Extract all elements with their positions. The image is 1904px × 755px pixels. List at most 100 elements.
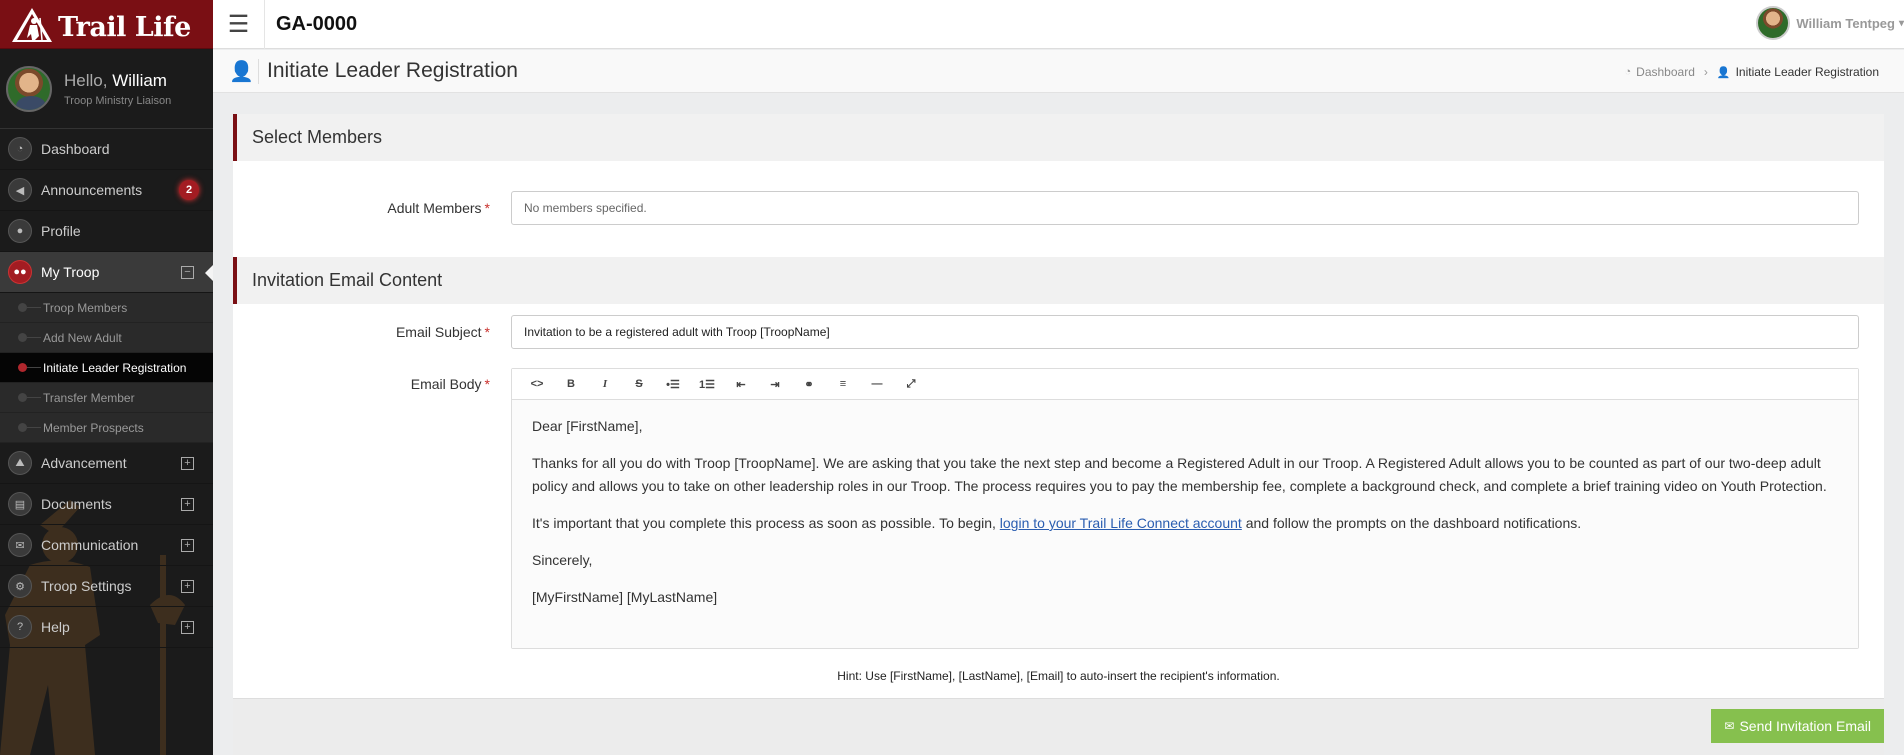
sidebar-item-label: Troop Settings <box>41 578 132 594</box>
email-subject-row: Email Subject * Invitation to be a regist… <box>233 315 1884 349</box>
required-marker: * <box>484 200 490 216</box>
page-title: Initiate Leader Registration <box>267 59 518 82</box>
dashboard-icon: ◔ <box>1624 66 1632 78</box>
strikethrough-icon[interactable]: S <box>622 371 656 397</box>
email-paragraph: It's important that you complete this pr… <box>532 515 1582 531</box>
breadcrumb-current: Initiate Leader Registration <box>1735 65 1879 79</box>
align-icon[interactable]: ≡ <box>826 371 860 397</box>
email-subject-label: Email Subject * <box>395 324 490 340</box>
breadcrumb: ◔ Dashboard › 👤 Initiate Leader Registra… <box>1625 65 1880 79</box>
question-icon: ? <box>8 615 32 639</box>
code-view-icon[interactable]: <> <box>520 371 554 397</box>
user-shield-icon: 👤 <box>1716 66 1731 79</box>
chevron-right-icon: › <box>1703 65 1708 79</box>
send-button-label: Send Invitation Email <box>1739 718 1871 734</box>
user-panel: Hello, William Troop Ministry Liaison <box>0 49 213 129</box>
sidebar-item-dashboard[interactable]: ◔ Dashboard <box>0 129 213 170</box>
link-icon[interactable]: ⚭ <box>792 371 826 397</box>
document-icon: ▤ <box>8 492 32 516</box>
caret-down-icon: ▾ <box>1898 17 1904 29</box>
sidebar-item-label: Announcements <box>41 182 143 198</box>
bold-icon[interactable]: B <box>554 371 588 397</box>
sidebar-item-label: My Troop <box>41 264 100 280</box>
envelope-icon: ✉ <box>8 533 32 557</box>
expand-icon[interactable]: + <box>181 620 194 634</box>
my-troop-subnav: Troop Members Add New Adult Initiate Lea… <box>0 293 213 443</box>
email-paragraph: Thanks for all you do with Troop [TroopN… <box>532 455 1827 494</box>
email-body-editor: <> B I S •☰ 1☰ ⇤ ⇥ ⚭ ≡ — ⤢ Dear [FirstNa… <box>511 368 1859 649</box>
sidebar-item-help[interactable]: ? Help + <box>0 607 213 648</box>
group-icon: ●● <box>8 260 32 284</box>
expand-icon[interactable]: + <box>181 538 194 552</box>
sidebar-item-label: Advancement <box>41 455 127 471</box>
sidebar: Trail Life Hello, William Troop Ministry… <box>0 0 213 755</box>
email-body-row: Email Body* <> B I S •☰ 1☰ ⇤ ⇥ ⚭ ≡ — ⤢ <box>233 368 1884 649</box>
breadcrumb-dashboard-link[interactable]: Dashboard <box>1636 65 1695 79</box>
italic-icon[interactable]: I <box>588 371 622 397</box>
login-link[interactable]: login to your Trail Life Connect account <box>1000 515 1242 531</box>
expand-icon[interactable]: + <box>181 456 194 470</box>
top-bar: ☰ GA-0000 William Tentpeg ▾ <box>213 0 1904 49</box>
brand-name: Trail Life <box>58 11 191 43</box>
horizontal-rule-icon[interactable]: — <box>860 371 894 397</box>
envelope-icon: ✉ <box>1724 719 1735 733</box>
user-icon: ● <box>8 219 32 243</box>
sidebar-item-label: Dashboard <box>41 141 110 157</box>
adult-members-row: Adult Members * No members specified. <box>233 191 1884 225</box>
sidebar-item-troop-settings[interactable]: ⚙ Troop Settings + <box>0 566 213 607</box>
subnav-troop-members[interactable]: Troop Members <box>0 293 213 323</box>
page-header: 👤 Initiate Leader Registration ◔ Dashboa… <box>213 50 1904 93</box>
subnav-add-new-adult[interactable]: Add New Adult <box>0 323 213 353</box>
indent-icon[interactable]: ⇥ <box>758 371 792 397</box>
sidebar-item-advancement[interactable]: ⛰ Advancement + <box>0 443 213 484</box>
email-signoff: Sincerely, <box>532 552 593 568</box>
user-avatar-small <box>1756 6 1791 40</box>
sidebar-item-documents[interactable]: ▤ Documents + <box>0 484 213 525</box>
outdent-icon[interactable]: ⇤ <box>724 371 758 397</box>
invitation-email-heading: Invitation Email Content <box>233 257 1884 304</box>
subnav-member-prospects[interactable]: Member Prospects <box>0 413 213 443</box>
form-footer: ✉ Send Invitation Email <box>233 698 1884 755</box>
email-greeting: Dear [FirstName], <box>532 418 643 434</box>
expand-icon[interactable]: + <box>181 497 194 511</box>
sidebar-item-label: Documents <box>41 496 112 512</box>
sidebar-item-my-troop[interactable]: ●● My Troop − <box>0 252 213 293</box>
subnav-transfer-member[interactable]: Transfer Member <box>0 383 213 413</box>
editor-content[interactable]: Dear [FirstName], Thanks for all you do … <box>512 400 1858 648</box>
fullscreen-icon[interactable]: ⤢ <box>894 371 928 397</box>
sidebar-item-communication[interactable]: ✉ Communication + <box>0 525 213 566</box>
dashboard-icon: ◔ <box>8 137 32 161</box>
adult-members-label: Adult Members * <box>387 200 490 216</box>
numbered-list-icon[interactable]: 1☰ <box>690 371 724 397</box>
email-body-label: Email Body * <box>410 376 490 392</box>
required-marker: * <box>484 324 490 340</box>
hiker-icon: ⛰ <box>8 451 32 475</box>
brand-logo[interactable]: Trail Life <box>0 0 213 49</box>
required-marker: * <box>484 376 490 392</box>
invitation-email-body: Email Subject * Invitation to be a regist… <box>233 304 1884 698</box>
send-invitation-button[interactable]: ✉ Send Invitation Email <box>1711 709 1884 743</box>
user-avatar <box>6 65 52 112</box>
megaphone-icon: ◀ <box>8 178 32 202</box>
user-role: Troop Ministry Liaison <box>64 94 172 107</box>
email-subject-input[interactable]: Invitation to be a registered adult with… <box>511 315 1859 349</box>
sidebar-item-profile[interactable]: ● Profile <box>0 211 213 252</box>
sidebar-item-label: Profile <box>41 223 81 239</box>
collapse-icon[interactable]: − <box>181 265 194 279</box>
select-members-body: Adult Members * No members specified. <box>233 161 1884 257</box>
user-first-name: William <box>112 70 167 90</box>
gears-icon: ⚙ <box>8 574 32 598</box>
sidebar-nav: ◔ Dashboard ◀ Announcements 2 ● Profile … <box>0 129 213 648</box>
sidebar-item-announcements[interactable]: ◀ Announcements 2 <box>0 170 213 211</box>
sidebar-item-label: Communication <box>41 537 139 553</box>
user-menu[interactable]: William Tentpeg ▾ <box>1756 6 1904 40</box>
menu-toggle-icon[interactable]: ☰ <box>213 0 265 49</box>
subnav-initiate-leader-registration[interactable]: Initiate Leader Registration <box>0 353 213 383</box>
main-content: Select Members Adult Members * No members… <box>233 114 1884 755</box>
bullet-list-icon[interactable]: •☰ <box>656 371 690 397</box>
editor-toolbar: <> B I S •☰ 1☰ ⇤ ⇥ ⚭ ≡ — ⤢ <box>512 369 1858 400</box>
expand-icon[interactable]: + <box>181 579 194 593</box>
email-signature: [MyFirstName] [MyLastName] <box>532 589 718 605</box>
adult-members-field[interactable]: No members specified. <box>511 191 1859 225</box>
sidebar-item-label: Help <box>41 619 70 635</box>
